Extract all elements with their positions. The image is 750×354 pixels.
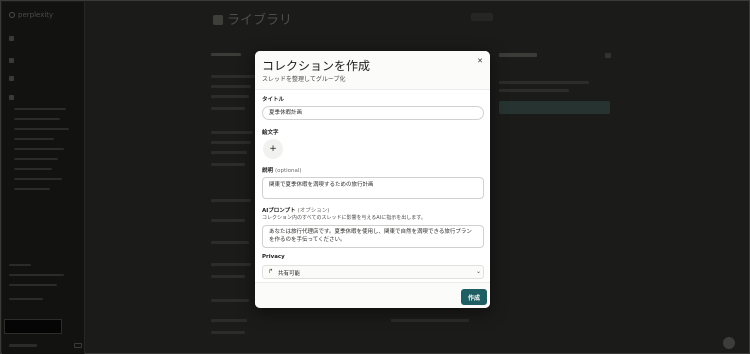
thread-snippet (211, 319, 247, 322)
thread-meta (211, 163, 245, 166)
collections-text (499, 81, 589, 84)
ai-prompt-help: コレクション内のすべてのスレッドに影響を与えるAIに指示を出します。 (262, 215, 426, 221)
library-thread-item (14, 108, 66, 110)
sidebar-item-home (9, 57, 17, 64)
create-collection-dialog: コレクションを作成 スレッドを整理してグループ化 ✕ タイトル 夏季休暇計画 絵… (255, 51, 490, 308)
sidebar-footer-text (9, 274, 64, 276)
thread-snippet (211, 299, 249, 302)
nav-icon (9, 95, 14, 100)
brand-name: perplexity (18, 11, 54, 19)
chevron-down-icon: ⌄ (476, 268, 482, 275)
ai-prompt-textarea[interactable]: あなたは旅行代理店です。夏季休暇を使用し、関東で自然を満喫できる旅行プランを作る… (262, 225, 484, 248)
thread-snippet (211, 95, 249, 98)
add-emoji-button[interactable]: + (263, 139, 283, 159)
thread-title (211, 75, 255, 78)
description-label-text: 説明 (262, 168, 274, 174)
collections-add-icon (605, 53, 611, 58)
thread-meta (211, 107, 245, 110)
sidebar-item-discover (9, 75, 17, 82)
thread-snippet (211, 151, 247, 154)
sidebar-toggle-icon (74, 343, 82, 348)
thread-meta (211, 219, 245, 222)
library-icon (213, 15, 223, 25)
library-thread-item (14, 158, 58, 160)
nav-icon (9, 58, 14, 63)
app-window: perplexity ライブラリ コレクションを作成 スレッドを整理してグループ… (0, 0, 750, 354)
library-thread-item (14, 128, 69, 130)
create-button[interactable]: 作成 (461, 289, 487, 305)
brand-logo: perplexity (9, 11, 53, 19)
privacy-label: Privacy (262, 254, 285, 260)
collections-text (499, 89, 569, 92)
dialog-footer (255, 282, 490, 308)
create-collection-background-button (499, 101, 610, 114)
optional-tag: (optional) (274, 168, 302, 174)
library-thread-item (14, 178, 62, 180)
dialog-subtitle: スレッドを整理してグループ化 (262, 76, 346, 83)
description-textarea[interactable]: 関東で夏季休暇を満喫するための旅行計画 (262, 177, 484, 199)
thread-snippet (211, 241, 249, 244)
page-title: ライブラリ (213, 9, 292, 28)
thread-snippet (211, 199, 251, 202)
library-thread-item (14, 118, 60, 120)
library-thread-item (14, 148, 64, 150)
help-icon (723, 337, 735, 349)
thread-meta (211, 331, 245, 334)
sidebar-bottom-link (9, 344, 37, 347)
page-title-text: ライブラリ (227, 13, 293, 28)
ai-prompt-label: AIプロンプト (オプション) (262, 206, 329, 214)
nav-icon (9, 36, 14, 41)
thread-meta (211, 275, 245, 278)
logo-icon (9, 12, 15, 18)
thread-meta (429, 319, 469, 322)
description-label: 説明 (optional) (262, 166, 302, 174)
threads-heading (211, 53, 241, 56)
library-thread-item (14, 188, 50, 190)
plus-icon: + (269, 144, 277, 154)
sidebar-item-new (9, 35, 17, 42)
sidebar-footer-text (9, 284, 57, 286)
emoji-label: 絵文字 (262, 130, 279, 136)
dialog-title: コレクションを作成 (262, 59, 371, 73)
share-icon: ↱ (268, 268, 274, 275)
title-input[interactable]: 夏季休暇計画 (262, 106, 484, 120)
privacy-value: 共有可能 (278, 271, 301, 277)
sidebar-footer-text (9, 264, 31, 266)
sidebar: perplexity (2, 2, 85, 354)
privacy-select[interactable]: ↱ 共有可能 ⌄ (262, 265, 484, 279)
nav-icon (9, 76, 14, 81)
title-label: タイトル (262, 97, 285, 103)
header-action (471, 13, 493, 21)
library-thread-item (14, 138, 54, 140)
collections-heading (499, 53, 537, 57)
thread-snippet (211, 85, 251, 88)
thread-snippet (211, 263, 251, 266)
close-icon[interactable]: ✕ (474, 55, 486, 67)
sidebar-item-library (9, 94, 17, 101)
thread-snippet (211, 141, 251, 144)
sidebar-account-block (4, 319, 62, 334)
sidebar-footer-text (9, 298, 43, 300)
library-thread-item (14, 168, 52, 170)
thread-title (211, 131, 253, 134)
